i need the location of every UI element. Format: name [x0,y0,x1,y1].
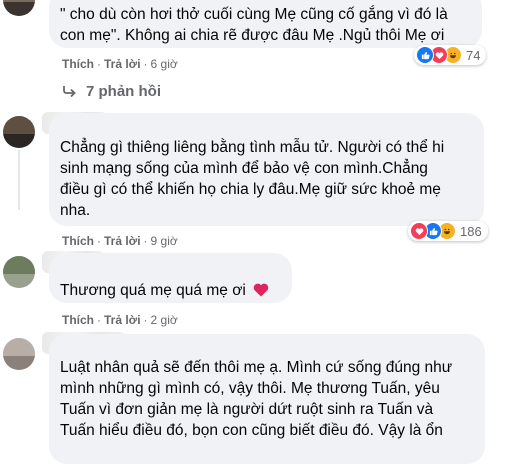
reply-link[interactable]: Trả lời [104,313,141,327]
like-link[interactable]: Thích [62,57,94,71]
comment-bubble-3: Thương quá mẹ quá mẹ ơi [49,253,292,303]
thread-line [18,150,20,210]
comment-bubble-1: " cho dù còn hơi thở cuối cùng Mẹ cũng c… [49,0,482,48]
comment-text-line: mình những gì mình có, vậy thôi. Mẹ thươ… [60,380,440,397]
reaction-count: 74 [466,47,481,63]
reaction-summary-2[interactable]: 186 [408,221,488,241]
comment-actions-3: Thích · Trả lời · 2 giờ [62,313,178,327]
replies-count-label: 7 phản hồi [86,82,161,100]
comment-text-line: Thương quá mẹ quá mẹ ơi [60,280,282,303]
comment-text-line: Chẳng gì thiêng liêng bằng tình mẫu tử. … [60,139,445,156]
like-icon [416,46,434,64]
reaction-count: 186 [460,223,482,239]
comment-actions-1: Thích · Trả lời · 6 giờ [62,57,178,71]
comment-bubble-4: Luật nhân quả sẽ đến thôi mẹ ạ. Mình cứ … [49,334,485,464]
comment-time[interactable]: 9 giờ [151,234,178,248]
reply-link[interactable]: Trả lời [104,57,141,71]
comment-time[interactable]: 6 giờ [151,57,178,71]
love-icon [410,222,428,240]
commenter-avatar-2[interactable] [3,116,35,148]
comment-text-line: Tuấn hiểu điều đó, bọn con cũng biết điề… [60,422,443,439]
comment-bubble-2: Chẳng gì thiêng liêng bằng tình mẫu tử. … [49,113,484,226]
comment-text-line: nha. [60,202,91,219]
commenter-avatar-3[interactable] [3,256,35,288]
like-link[interactable]: Thích [62,313,94,327]
comment-text-line: sinh mạng sống của mình để bảo vệ con mì… [60,160,428,177]
comment-text: Thương quá mẹ quá mẹ ơi [60,282,246,299]
commenter-avatar-4[interactable] [3,338,35,370]
comment-time[interactable]: 2 giờ [151,313,178,327]
reaction-summary-1[interactable]: 74 [414,45,487,65]
heart-emoji-icon [253,282,269,303]
view-replies-button[interactable]: 7 phản hồi [62,80,161,102]
comment-text-line: điều gì có thể khiến họ chia ly đâu.Mẹ g… [60,181,441,198]
comment-text-line: Tuấn vì đơn giản mẹ là người dứt ruột si… [60,401,434,418]
comment-text-line: " cho dù còn hơi thở cuối cùng Mẹ cũng c… [60,6,448,23]
comment-text-line: con mẹ". Không ai chia rẽ được đâu Mẹ .N… [60,27,445,44]
reply-arrow-icon [63,86,76,97]
like-link[interactable]: Thích [62,234,94,248]
comment-text-line: Luật nhân quả sẽ đến thôi mẹ ạ. Mình cứ … [60,359,453,376]
reply-link[interactable]: Trả lời [104,234,141,248]
comment-actions-2: Thích · Trả lời · 9 giờ [62,234,178,248]
commenter-avatar-1[interactable] [3,0,35,16]
